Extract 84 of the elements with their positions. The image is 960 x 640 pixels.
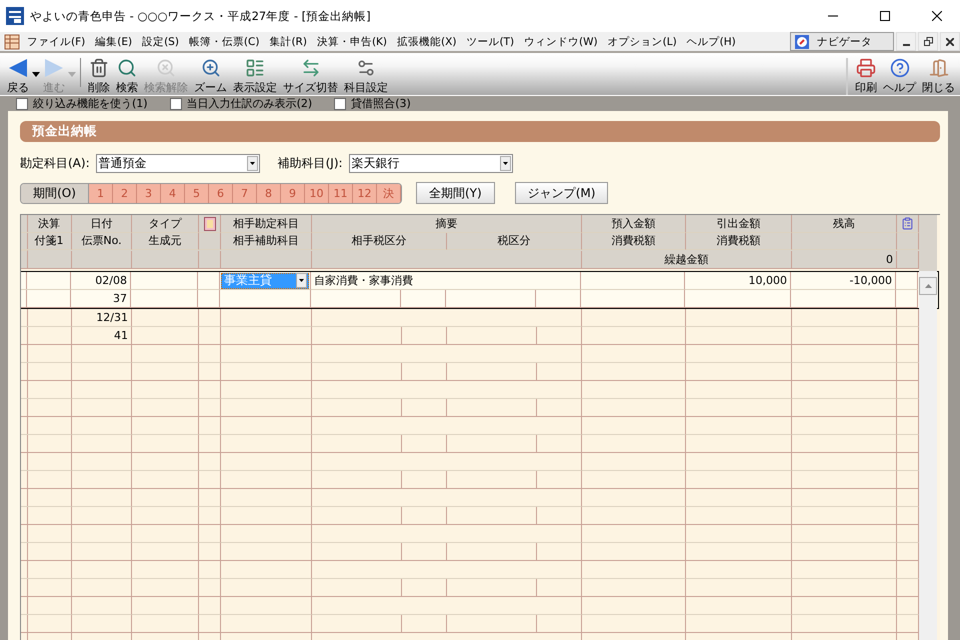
menu-item[interactable]: 設定(S) <box>137 34 184 48</box>
display-settings-icon <box>245 58 265 78</box>
exit-door-icon <box>928 58 948 78</box>
menu-item[interactable]: 編集(E) <box>90 34 138 48</box>
search-icon <box>117 58 137 78</box>
forward-arrow-icon <box>43 58 65 78</box>
menu-item[interactable]: ツール(T) <box>461 34 520 48</box>
column-header: 相手税区分 <box>312 233 447 250</box>
table-cell <box>131 290 198 308</box>
table-cell <box>401 290 446 308</box>
account-combo[interactable]: 普通預金 <box>96 154 260 173</box>
field-label: 勘定科目(A): <box>20 155 90 172</box>
close-icon <box>946 38 954 46</box>
table-cell <box>27 251 72 269</box>
trash-icon <box>89 58 109 78</box>
table-cell <box>198 290 220 308</box>
table-cell <box>72 251 132 269</box>
help-icon <box>890 58 910 78</box>
toolbar-button[interactable]: 削除 <box>85 58 113 95</box>
carry-forward-label: 繰越金額 <box>582 251 792 269</box>
table-cell <box>896 290 918 308</box>
period-button[interactable]: 全期間(Y) <box>416 182 495 204</box>
selected-entry[interactable]: 02/08 事業主貸 自家消費・家事消費 10,000 -10,000 37 <box>21 271 939 309</box>
child-close-button[interactable] <box>940 32 960 51</box>
resize-icon <box>300 58 320 78</box>
column-header: 相手補助科目 <box>221 233 312 250</box>
menu-item[interactable]: 帳簿・伝票(C) <box>184 34 264 48</box>
menu-item[interactable]: 拡張機能(X) <box>392 34 462 48</box>
account-settings-icon <box>356 58 376 78</box>
account-combo[interactable]: 楽天銀行 <box>348 154 513 173</box>
period-label: 期間(O) <box>21 184 89 202</box>
menu-item[interactable]: ウィンドウ(W) <box>519 34 603 48</box>
zoom-icon <box>200 58 220 78</box>
up-arrow-icon <box>924 284 932 288</box>
app-logo-icon <box>6 7 24 25</box>
minimize-icon <box>902 44 910 46</box>
toolbar-button[interactable]: 閉じる <box>919 58 958 95</box>
toolbar-button[interactable]: ズーム <box>191 58 230 95</box>
close-icon <box>932 11 942 21</box>
menu-item[interactable]: 決算・申告(K) <box>312 34 392 48</box>
back-arrow-icon <box>7 58 29 78</box>
option-checkbox[interactable]: 貸借照合(3) <box>334 96 411 111</box>
field-label: 補助科目(J): <box>278 155 343 172</box>
column-header: 付箋1 <box>27 233 72 250</box>
ledger-icon <box>4 34 20 50</box>
column-header: 生成元 <box>132 233 199 250</box>
menu-item[interactable]: ヘルプ(H) <box>682 34 741 48</box>
window-title: やよいの青色申告 - ○○○ワークス・平成27年度 - [預金出納帳] <box>30 8 372 24</box>
option-checkbox[interactable]: 当日入力仕訳のみ表示(2) <box>170 96 312 111</box>
toolbar-button[interactable]: 検索 <box>113 58 141 95</box>
navigator-button[interactable]: ナビゲータ <box>790 32 894 51</box>
scrollbar[interactable] <box>919 215 937 640</box>
search-clear-icon <box>156 58 176 78</box>
period-button[interactable]: ジャンプ(M) <box>514 182 608 204</box>
scroll-up-button[interactable] <box>919 277 937 295</box>
toolbar-button[interactable]: ヘルプ <box>880 58 919 95</box>
table-cell <box>199 251 221 269</box>
section-title: 預金出納帳 <box>20 121 940 142</box>
printer-icon <box>856 58 876 78</box>
menu-item[interactable]: ファイル(F) <box>22 34 90 48</box>
option-checkbox[interactable]: 絞り込み機能を使う(1) <box>16 96 148 111</box>
notebook-icon <box>204 216 216 230</box>
toolbar-button[interactable]: 印刷 <box>852 58 880 95</box>
table-cell <box>132 251 199 269</box>
restore-icon <box>924 37 932 46</box>
child-restore-button[interactable] <box>918 32 938 51</box>
column-header: 消費税額 <box>582 233 686 250</box>
carry-forward-value: 0 <box>792 251 897 269</box>
column-header: 消費税額 <box>686 233 792 250</box>
table-cell <box>536 290 581 308</box>
table-cell <box>26 290 71 308</box>
toolbar-button[interactable]: サイズ切替 <box>280 58 341 95</box>
column-header: 税区分 <box>447 233 582 250</box>
child-minimize-button[interactable] <box>896 32 916 51</box>
column-header: 伝票No. <box>72 233 132 250</box>
toolbar-button[interactable]: 表示設定 <box>230 58 280 95</box>
toolbar-button[interactable]: 戻る <box>4 58 32 95</box>
menu-item[interactable]: 集計(R) <box>264 34 312 48</box>
memo-icon <box>901 217 914 230</box>
slip-number-cell: 37 <box>71 290 131 308</box>
maximize-icon <box>880 11 890 21</box>
menu-item[interactable]: オプション(L) <box>602 34 682 48</box>
toolbar-button[interactable]: 科目設定 <box>341 58 391 95</box>
compass-icon <box>795 34 809 48</box>
